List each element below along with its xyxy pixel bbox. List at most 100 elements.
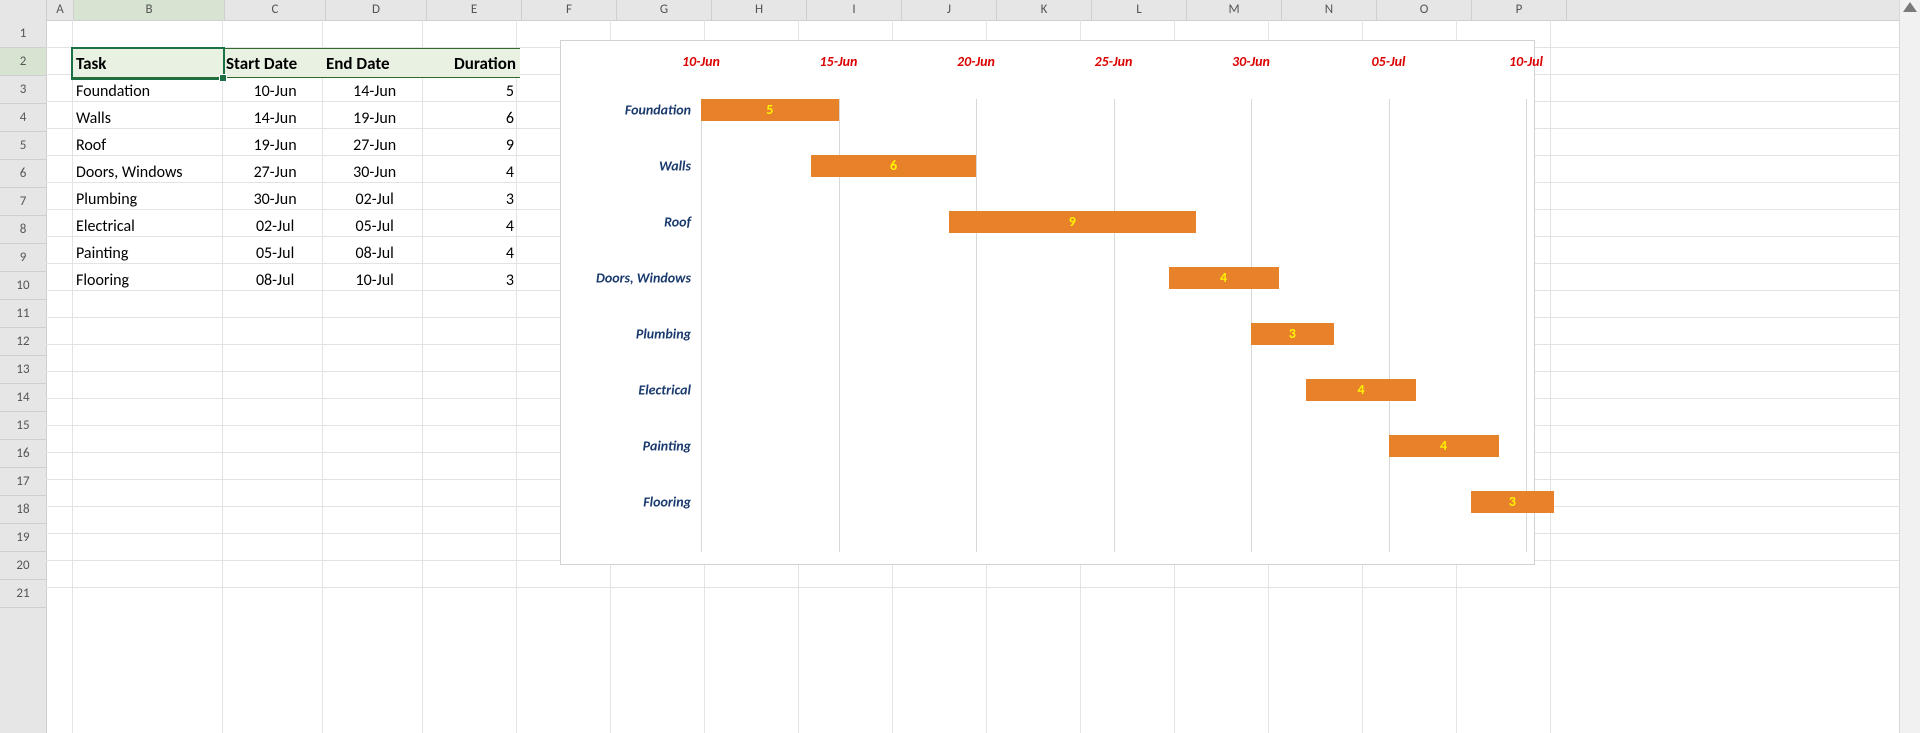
col-task[interactable]: Task xyxy=(72,53,226,74)
cell-duration[interactable]: 6 xyxy=(424,109,520,128)
cell-start_date[interactable]: 14-Jun xyxy=(225,109,325,128)
gantt-bar[interactable]: 4 xyxy=(1389,435,1499,457)
col-header-K[interactable]: K xyxy=(997,0,1092,20)
cell-task[interactable]: Flooring xyxy=(72,271,225,290)
row-header-14[interactable]: 14 xyxy=(0,384,46,412)
task-table: Task Start Date End Date Duration Founda… xyxy=(72,48,520,294)
cell-duration[interactable]: 3 xyxy=(424,271,520,290)
cell-task[interactable]: Walls xyxy=(72,109,225,128)
gantt-bar[interactable]: 4 xyxy=(1169,267,1279,289)
cell-start_date[interactable]: 27-Jun xyxy=(225,163,325,182)
row-header-19[interactable]: 19 xyxy=(0,524,46,552)
table-row[interactable]: Walls14-Jun19-Jun6 xyxy=(72,105,520,132)
row-header-13[interactable]: 13 xyxy=(0,356,46,384)
table-row[interactable]: Flooring08-Jul10-Jul3 xyxy=(72,267,520,294)
cell-start_date[interactable]: 30-Jun xyxy=(225,190,325,209)
col-header-P[interactable]: P xyxy=(1472,0,1567,20)
row-header-7[interactable]: 7 xyxy=(0,188,46,216)
row-header-20[interactable]: 20 xyxy=(0,552,46,580)
cell-start_date[interactable]: 02-Jul xyxy=(225,217,325,236)
col-header-N[interactable]: N xyxy=(1282,0,1377,20)
table-row[interactable]: Doors, Windows27-Jun30-Jun4 xyxy=(72,159,520,186)
table-row[interactable]: Foundation10-Jun14-Jun5 xyxy=(72,78,520,105)
table-row[interactable]: Plumbing30-Jun02-Jul3 xyxy=(72,186,520,213)
col-header-L[interactable]: L xyxy=(1092,0,1187,20)
vertical-scrollbar[interactable] xyxy=(1899,0,1920,733)
cell-task[interactable]: Plumbing xyxy=(72,190,225,209)
row-header-5[interactable]: 5 xyxy=(0,132,46,160)
row-header-1[interactable]: 1 xyxy=(0,20,46,48)
cell-end_date[interactable]: 10-Jul xyxy=(325,271,425,290)
cell-end_date[interactable]: 27-Jun xyxy=(325,136,425,155)
scroll-up-icon[interactable] xyxy=(1903,2,1917,12)
col-header-F[interactable]: F xyxy=(522,0,617,20)
col-header-I[interactable]: I xyxy=(807,0,902,20)
cell-duration[interactable]: 9 xyxy=(424,136,520,155)
table-row[interactable]: Roof19-Jun27-Jun9 xyxy=(72,132,520,159)
cell-task[interactable]: Electrical xyxy=(72,217,225,236)
gantt-x-tick: 10-Jul xyxy=(1509,53,1543,70)
cell-task[interactable]: Foundation xyxy=(72,82,225,101)
row-header-12[interactable]: 12 xyxy=(0,328,46,356)
cell-end_date[interactable]: 05-Jul xyxy=(325,217,425,236)
cell-task[interactable]: Roof xyxy=(72,136,225,155)
row-header-17[interactable]: 17 xyxy=(0,468,46,496)
cell-end_date[interactable]: 19-Jun xyxy=(325,109,425,128)
col-header-G[interactable]: G xyxy=(617,0,712,20)
row-header-8[interactable]: 8 xyxy=(0,216,46,244)
row-header-11[interactable]: 11 xyxy=(0,300,46,328)
row-header-18[interactable]: 18 xyxy=(0,496,46,524)
col-header-C[interactable]: C xyxy=(225,0,326,20)
cell-task[interactable]: Doors, Windows xyxy=(72,163,225,182)
gantt-bar[interactable]: 4 xyxy=(1306,379,1416,401)
gantt-bar[interactable]: 9 xyxy=(949,211,1197,233)
col-header-D[interactable]: D xyxy=(326,0,427,20)
table-row[interactable]: Painting05-Jul08-Jul4 xyxy=(72,240,520,267)
cell-duration[interactable]: 3 xyxy=(424,190,520,209)
row-header-16[interactable]: 16 xyxy=(0,440,46,468)
col-header-M[interactable]: M xyxy=(1187,0,1282,20)
gantt-bar[interactable]: 3 xyxy=(1471,491,1554,513)
col-duration[interactable]: Duration xyxy=(426,53,520,74)
gantt-gridline xyxy=(976,99,977,552)
col-header-O[interactable]: O xyxy=(1377,0,1472,20)
col-header-H[interactable]: H xyxy=(712,0,807,20)
col-header-B[interactable]: B xyxy=(74,0,225,20)
row-header-21[interactable]: 21 xyxy=(0,580,46,608)
gantt-plot-area: 10-Jun15-Jun20-Jun25-Jun30-Jun05-Jul10-J… xyxy=(701,53,1524,552)
cell-start_date[interactable]: 05-Jul xyxy=(225,244,325,263)
cell-duration[interactable]: 4 xyxy=(424,163,520,182)
gantt-bar[interactable]: 5 xyxy=(701,99,839,121)
row-header-15[interactable]: 15 xyxy=(0,412,46,440)
gantt-bar[interactable]: 3 xyxy=(1251,323,1334,345)
col-header-J[interactable]: J xyxy=(902,0,997,20)
cell-end_date[interactable]: 08-Jul xyxy=(325,244,425,263)
table-body: Foundation10-Jun14-Jun5Walls14-Jun19-Jun… xyxy=(72,78,520,294)
cell-duration[interactable]: 5 xyxy=(424,82,520,101)
cell-task[interactable]: Painting xyxy=(72,244,225,263)
row-header-2[interactable]: 2 xyxy=(0,48,46,76)
cell-start_date[interactable]: 10-Jun xyxy=(225,82,325,101)
col-header-E[interactable]: E xyxy=(427,0,522,20)
col-start-date[interactable]: Start Date xyxy=(226,53,326,74)
gantt-chart[interactable]: 10-Jun15-Jun20-Jun25-Jun30-Jun05-Jul10-J… xyxy=(560,40,1535,565)
row-header-6[interactable]: 6 xyxy=(0,160,46,188)
cell-end_date[interactable]: 02-Jul xyxy=(325,190,425,209)
cell-end_date[interactable]: 30-Jun xyxy=(325,163,425,182)
row-header-9[interactable]: 9 xyxy=(0,244,46,272)
col-header-A[interactable]: A xyxy=(47,0,74,20)
row-header-10[interactable]: 10 xyxy=(0,272,46,300)
cell-duration[interactable]: 4 xyxy=(424,217,520,236)
cell-start_date[interactable]: 19-Jun xyxy=(225,136,325,155)
gantt-bar[interactable]: 6 xyxy=(811,155,976,177)
cell-end_date[interactable]: 14-Jun xyxy=(325,82,425,101)
gantt-y-label: Flooring xyxy=(643,494,691,511)
table-row[interactable]: Electrical02-Jul05-Jul4 xyxy=(72,213,520,240)
row-header-3[interactable]: 3 xyxy=(0,76,46,104)
cell-duration[interactable]: 4 xyxy=(424,244,520,263)
select-all-corner[interactable] xyxy=(0,0,47,20)
gantt-x-tick: 10-Jun xyxy=(682,53,720,70)
row-header-4[interactable]: 4 xyxy=(0,104,46,132)
col-end-date[interactable]: End Date xyxy=(326,53,426,74)
cell-start_date[interactable]: 08-Jul xyxy=(225,271,325,290)
